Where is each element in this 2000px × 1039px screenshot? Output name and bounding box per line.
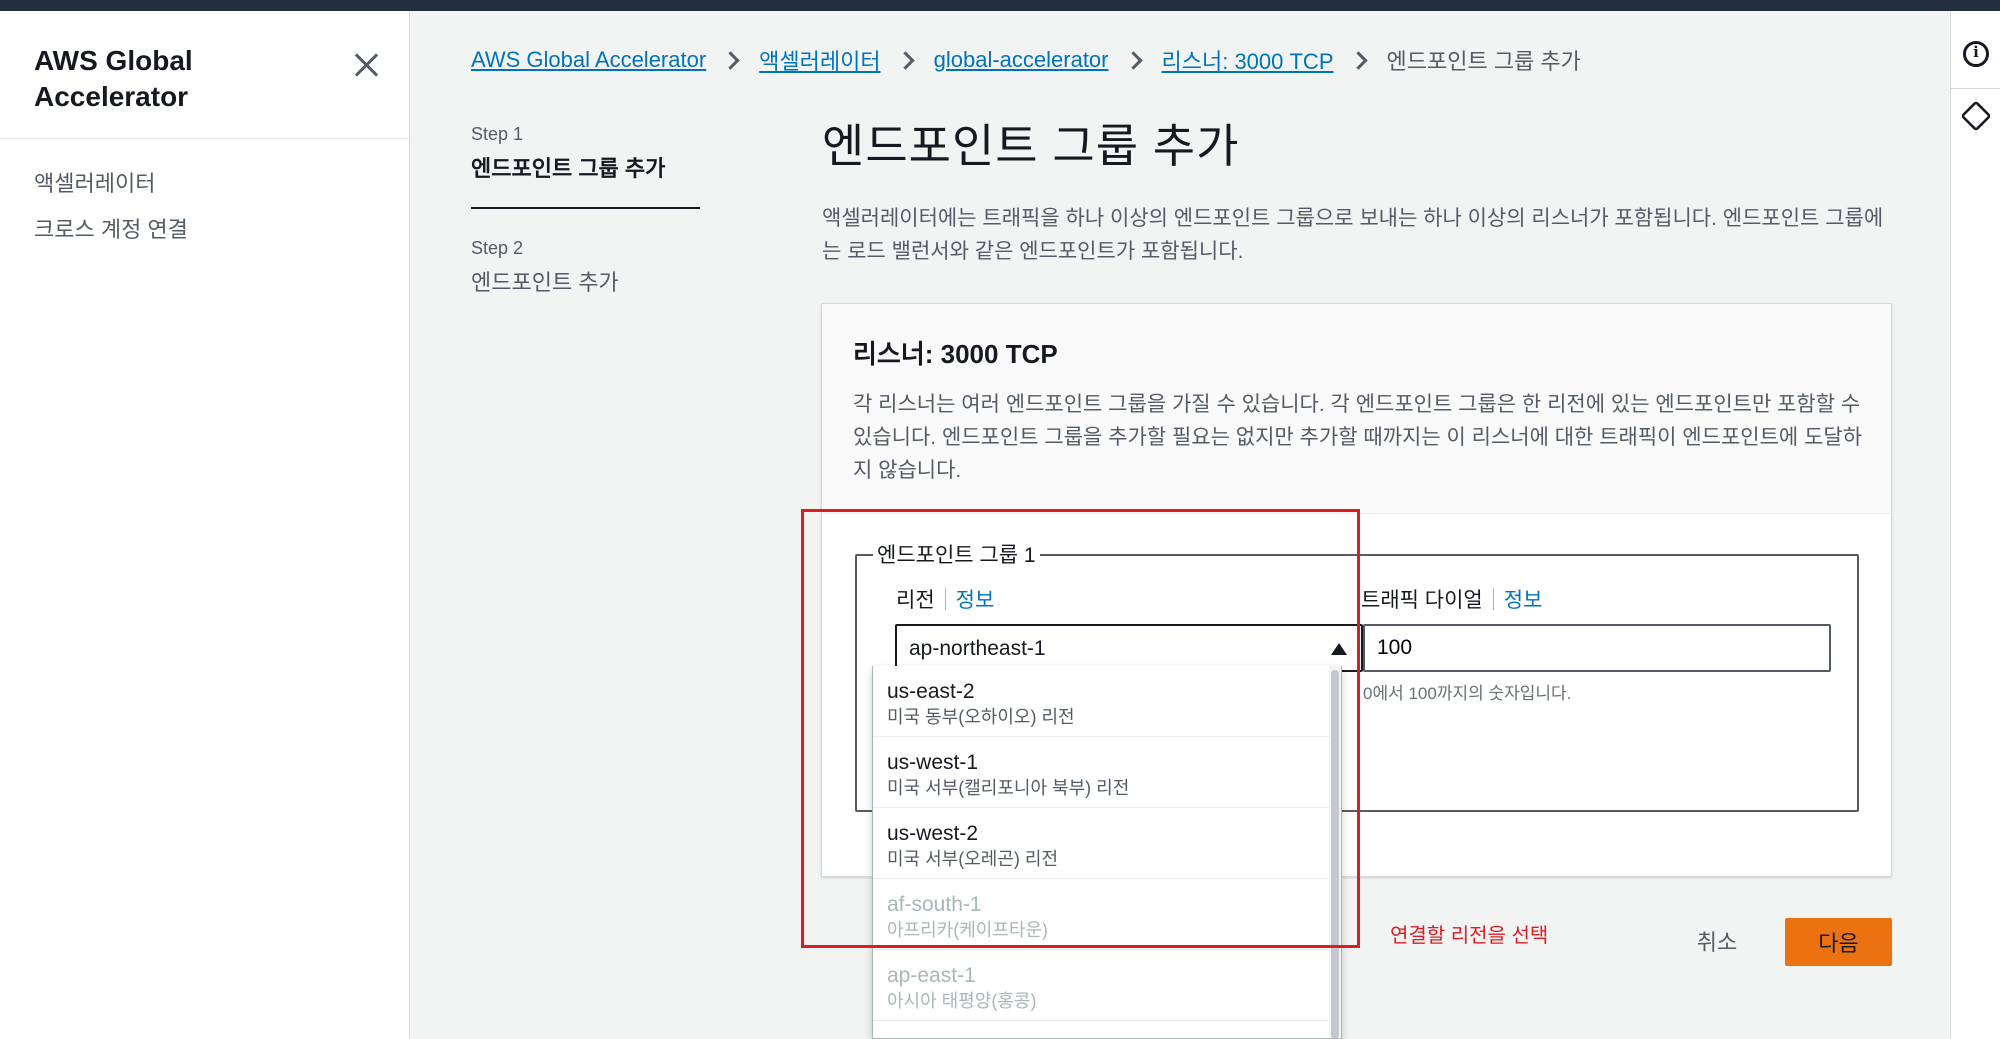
wizard-step-2: Step 2 엔드포인트 추가 <box>471 238 619 297</box>
page-title: 엔드포인트 그룹 추가 <box>822 120 1240 172</box>
option-name: ap-east-1 <box>887 964 976 987</box>
cancel-button[interactable]: 취소 <box>1675 918 1759 964</box>
traffic-dial-hint: 0에서 100까지의 숫자입니다. <box>1363 684 1572 703</box>
chevron-right-icon <box>721 50 740 70</box>
rail-divider <box>1951 88 2000 89</box>
breadcrumb-current: 엔드포인트 그룹 추가 <box>1386 49 1581 74</box>
nav-header: AWS Global Accelerator <box>0 11 409 139</box>
option-description: 아시아 태평양(홍콩) <box>887 991 1037 1011</box>
info-icon[interactable] <box>1963 41 1989 67</box>
nav-title[interactable]: AWS Global Accelerator <box>34 43 314 115</box>
region-option-ap-east-1: ap-east-1 아시아 태평양(홍콩) <box>873 950 1341 1021</box>
step-number: Step 1 <box>471 124 524 144</box>
tools-rail <box>1950 11 2000 1039</box>
breadcrumb-global-accelerator[interactable]: AWS Global Accelerator <box>471 47 706 73</box>
chevron-right-icon <box>895 50 915 70</box>
next-button[interactable]: 다음 <box>1785 918 1892 966</box>
wizard-step-1: Step 1 엔드포인트 그룹 추가 <box>471 124 665 183</box>
breadcrumb-accelerator-name[interactable]: global-accelerator <box>934 47 1109 73</box>
annotation-text: 연결할 리전을 선택 <box>1390 925 1549 947</box>
listener-title: 리스너: 3000 TCP <box>853 339 1058 369</box>
chevron-right-icon <box>1123 50 1143 70</box>
breadcrumb-accelerators[interactable]: 액셀러레이터 <box>759 44 880 76</box>
page-description: 액셀러레이터에는 트래픽을 하나 이상의 엔드포인트 그룹으로 보내는 하나 이… <box>822 207 1884 263</box>
traffic-dial-input[interactable] <box>1363 624 1831 672</box>
nav-links: 액셀러레이터 크로스 계정 연결 <box>34 171 188 263</box>
help-panel-icon[interactable] <box>1960 100 1992 132</box>
container-header: 리스너: 3000 TCP 각 리스너는 여러 엔드포인트 그룹을 가질 수 있… <box>822 304 1891 514</box>
traffic-dial-label-text: 트래픽 다이얼 <box>1361 589 1483 612</box>
annotation-highlight-box <box>801 509 1360 948</box>
side-navigation: AWS Global Accelerator 액셀러레이터 크로스 계정 연결 <box>0 11 410 1039</box>
label-divider <box>1492 588 1494 610</box>
top-bar <box>0 0 2000 11</box>
breadcrumb: AWS Global Accelerator 액셀러레이터 global-acc… <box>471 44 1581 76</box>
nav-item-accelerators[interactable]: 액셀러레이터 <box>34 171 188 197</box>
step-name: 엔드포인트 추가 <box>471 270 619 295</box>
breadcrumb-listener[interactable]: 리스너: 3000 TCP <box>1162 44 1334 76</box>
close-icon[interactable] <box>350 49 382 81</box>
traffic-dial-label: 트래픽 다이얼 정보 <box>1361 584 1542 614</box>
step-name: 엔드포인트 그룹 추가 <box>471 156 666 181</box>
listener-description: 각 리스너는 여러 엔드포인트 그룹을 가질 수 있습니다. 각 엔드포인트 그… <box>853 393 1863 482</box>
step-number: Step 2 <box>471 238 524 258</box>
traffic-dial-info-link[interactable]: 정보 <box>1504 584 1543 614</box>
nav-item-cross-account[interactable]: 크로스 계정 연결 <box>34 217 188 243</box>
chevron-right-icon <box>1348 50 1368 70</box>
step-divider <box>471 207 700 209</box>
